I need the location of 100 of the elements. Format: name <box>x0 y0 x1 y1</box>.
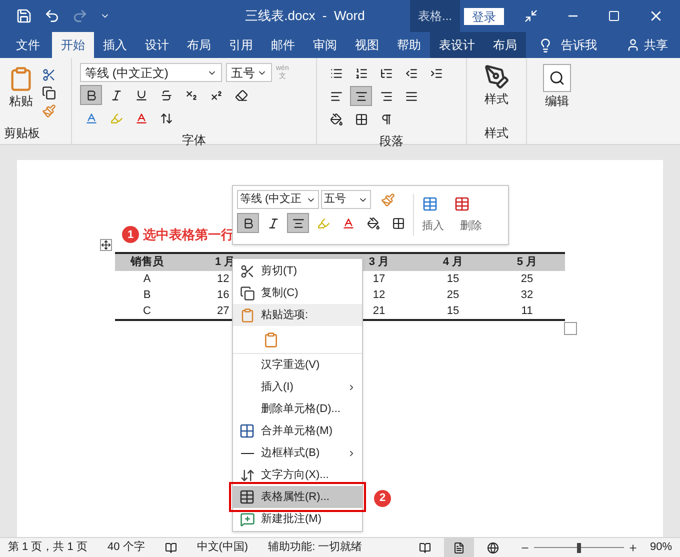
ribbon-tab[interactable]: 审阅 <box>304 32 346 58</box>
justify-icon <box>404 90 418 102</box>
insert-button[interactable]: 插入 <box>422 218 444 234</box>
table-cell-text: 25 <box>520 272 534 287</box>
numbered-list-icon <box>354 66 368 80</box>
word-count[interactable]: 40 个字 <box>107 539 145 556</box>
table-delete-icon[interactable] <box>454 196 470 212</box>
table-cell-text: 21 <box>372 304 386 319</box>
font-name-field[interactable]: 等线 (中文正文) <box>80 63 222 82</box>
ribbon-tab[interactable]: 引用 <box>220 32 262 58</box>
group-label: 样式 <box>484 125 508 142</box>
zoom-in-icon[interactable] <box>628 542 638 552</box>
center-button[interactable] <box>287 213 309 233</box>
ribbon-tab[interactable]: 表设计 <box>430 32 484 58</box>
pen-icon <box>484 64 510 90</box>
ribbon-tab[interactable]: 帮助 <box>388 32 430 58</box>
share-icon <box>626 38 640 52</box>
table-cell-text: 25 <box>446 288 460 303</box>
menu-item[interactable]: 表格属性(R)... <box>233 486 362 508</box>
italic-icon <box>266 216 280 230</box>
align-center-icon <box>354 90 368 102</box>
indent-icon <box>430 66 442 80</box>
strikethrough-icon <box>160 88 172 102</box>
table-cell-text: 11 <box>521 304 533 319</box>
eraser-icon <box>234 88 248 102</box>
ribbon-tab[interactable]: 视图 <box>346 32 388 58</box>
table-cell-text: B <box>143 288 151 303</box>
ribbon-tab[interactable]: 插入 <box>94 32 136 58</box>
paint-bucket-icon <box>366 216 380 230</box>
letter-icon <box>134 112 148 124</box>
up-down-arrows-icon <box>160 112 172 124</box>
menu-item[interactable]: 合并单元格(M) <box>233 420 362 442</box>
ribbon-tab[interactable]: 邮件 <box>262 32 304 58</box>
bullet-list-icon <box>330 66 342 80</box>
table-move-handle-icon[interactable] <box>100 239 112 251</box>
ribbon-tab[interactable]: 布局 <box>178 32 220 58</box>
view-button[interactable] <box>444 538 474 557</box>
paste-button[interactable]: 粘贴 <box>8 66 34 110</box>
login-button[interactable]: 登录 <box>464 8 504 24</box>
text-direction-icon <box>240 468 254 482</box>
clipboard-icon <box>240 308 254 322</box>
zoom-slider-thumb[interactable] <box>576 542 581 552</box>
menu-item[interactable]: 插入(I) <box>233 376 362 398</box>
menu-item[interactable]: 边框样式(B) <box>233 442 362 464</box>
align-left-icon <box>330 90 342 102</box>
table-cell-text: 16 <box>217 288 230 303</box>
center-button[interactable] <box>350 86 372 106</box>
ribbon-tab[interactable]: 文件 <box>0 32 52 58</box>
bold-button[interactable] <box>80 85 102 105</box>
proofing-icon[interactable] <box>164 542 177 554</box>
table-cell-text: 32 <box>520 288 534 303</box>
page-icon <box>452 542 465 554</box>
menu-item[interactable]: 汉字重选(V) <box>233 354 362 376</box>
grid-icon <box>354 112 368 126</box>
group-label: 字体 <box>182 132 206 149</box>
tell-me-field[interactable]: 告诉我 <box>561 36 597 54</box>
comment-icon <box>240 512 254 526</box>
italic-icon <box>110 88 122 102</box>
menu-item[interactable]: 新建批注(M) <box>233 508 362 530</box>
column-header: 销售员 <box>130 254 164 270</box>
table-insert-icon[interactable] <box>422 196 438 212</box>
accessibility-status[interactable]: 辅助功能: 一切就绪 <box>268 539 362 556</box>
font-size-field[interactable]: 五号 <box>321 190 371 209</box>
menu-item[interactable]: 剪切(T) <box>233 260 362 282</box>
search-icon <box>549 70 565 86</box>
maximize-icon[interactable] <box>608 10 620 22</box>
ribbon-tab[interactable]: 布局 <box>484 32 526 58</box>
grid-icon <box>392 216 404 230</box>
list-tree-icon <box>380 66 392 80</box>
ribbon-tab[interactable]: 开始 <box>52 32 94 58</box>
highlighter-icon <box>316 216 330 230</box>
step-badge: 1 <box>122 226 139 244</box>
menu-item[interactable]: 删除单元格(D)... <box>233 398 362 420</box>
context-tab-header: 表格... <box>410 0 460 32</box>
styles-button[interactable]: 样式 <box>484 64 510 108</box>
font-size-field[interactable]: 五号 <box>226 63 272 82</box>
window-title: 三线表.docx - Word <box>244 7 366 26</box>
undo-icon[interactable] <box>44 8 60 24</box>
page-count[interactable]: 第 1 页，共 1 页 <box>8 539 88 556</box>
zoom-level[interactable]: 90% <box>650 539 672 556</box>
superscript-icon <box>210 88 222 102</box>
copy-icon[interactable] <box>42 86 56 100</box>
ribbon-display-icon[interactable] <box>524 9 538 23</box>
lightbulb-icon <box>538 38 553 52</box>
paste-keep-text-icon[interactable] <box>263 332 279 348</box>
menu-item[interactable]: 复制(C) <box>233 282 362 304</box>
ribbon-tab[interactable]: 设计 <box>136 32 178 58</box>
language[interactable]: 中文(中国) <box>196 539 248 556</box>
menu-item[interactable]: 文字方向(X)... <box>233 464 362 486</box>
zoom-slider[interactable] <box>534 542 624 552</box>
table-cell-text: 12 <box>217 272 230 287</box>
bold-button[interactable] <box>237 213 259 233</box>
delete-button[interactable]: 删除 <box>460 218 482 234</box>
format-painter-icon[interactable] <box>381 192 395 206</box>
cut-icon[interactable] <box>42 68 56 82</box>
letter-icon <box>342 216 354 230</box>
share-button[interactable]: 共享 <box>644 36 668 54</box>
bold-icon <box>84 88 98 102</box>
save-icon[interactable] <box>16 8 32 24</box>
font-name-field[interactable]: 等线 (中文正 <box>237 190 319 209</box>
